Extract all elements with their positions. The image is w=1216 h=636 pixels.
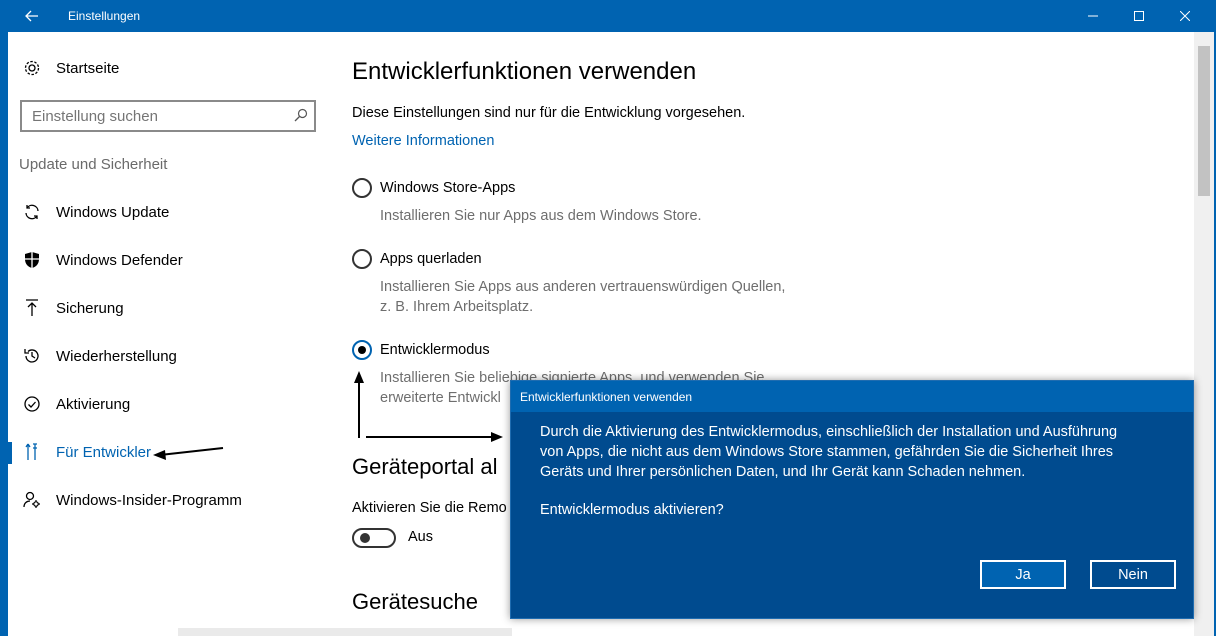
dialog-message-line: Geräts und Ihrer persönlichen Daten, und… bbox=[540, 464, 1026, 480]
dialog-message-line: von Apps, die nicht aus dem Windows Stor… bbox=[540, 444, 1114, 460]
confirm-dialog: Entwicklerfunktionen verwenden Durch die… bbox=[510, 380, 1194, 619]
no-button[interactable]: Nein bbox=[1090, 560, 1176, 589]
page-title: Entwicklerfunktionen verwenden bbox=[352, 58, 697, 85]
radio-entwicklermodus[interactable]: Entwicklermodus bbox=[352, 340, 490, 360]
device-portal-toggle[interactable] bbox=[352, 528, 396, 548]
radio-button-selected[interactable] bbox=[352, 340, 372, 360]
radio-dot bbox=[358, 346, 366, 354]
dialog-title: Entwicklerfunktionen verwenden bbox=[520, 390, 693, 404]
radio-windows-store-apps[interactable]: Windows Store-Apps bbox=[352, 178, 515, 198]
radio-button[interactable] bbox=[352, 178, 372, 198]
device-portal-heading: Geräteportal al bbox=[352, 454, 498, 479]
radio-label: Apps querladen bbox=[380, 251, 482, 267]
option-description-line: Installieren Sie Apps aus anderen vertra… bbox=[380, 279, 786, 295]
bottom-edge bbox=[178, 628, 512, 636]
arrowhead-left bbox=[153, 450, 166, 460]
option-description: Installieren Sie Apps aus anderen vertra… bbox=[380, 277, 785, 317]
radio-label: Entwicklermodus bbox=[380, 342, 490, 358]
page-description: Diese Einstellungen sind nur für die Ent… bbox=[352, 105, 746, 121]
more-info-link[interactable]: Weitere Informationen bbox=[352, 133, 494, 149]
scrollbar[interactable] bbox=[1194, 32, 1214, 636]
arrow-to-fuer-entwickler bbox=[159, 447, 224, 456]
radio-label: Windows Store-Apps bbox=[380, 180, 516, 196]
option-description-line: Installieren Sie nur Apps aus dem Window… bbox=[380, 208, 702, 224]
dialog-message-line: Durch die Aktivierung des Entwicklermodu… bbox=[540, 424, 1118, 440]
yes-button[interactable]: Ja bbox=[980, 560, 1066, 589]
radio-apps-querladen[interactable]: Apps querladen bbox=[352, 249, 482, 269]
toggle-knob bbox=[360, 533, 370, 543]
device-search-heading: Gerätesuche bbox=[352, 589, 478, 614]
option-description: Installieren Sie nur Apps aus dem Window… bbox=[380, 206, 702, 226]
device-portal-description: Aktivieren Sie die Remo bbox=[352, 500, 507, 516]
radio-button[interactable] bbox=[352, 249, 372, 269]
dialog-message: Durch die Aktivierung des Entwicklermodu… bbox=[540, 422, 1160, 482]
dialog-question: Entwicklermodus aktivieren? bbox=[540, 502, 724, 518]
scrollbar-thumb[interactable] bbox=[1198, 46, 1210, 196]
option-description-line: z. B. Ihrem Arbeitsplatz. bbox=[380, 299, 534, 315]
dialog-title-bar: Entwicklerfunktionen verwenden bbox=[511, 381, 1193, 412]
toggle-state-label: Aus bbox=[408, 529, 433, 545]
